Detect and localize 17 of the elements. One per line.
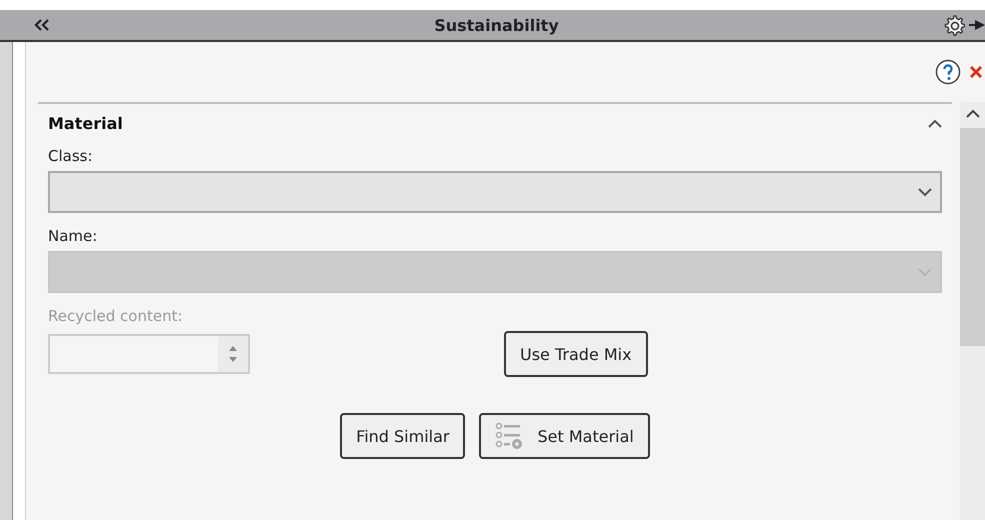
field-label: Class: bbox=[48, 147, 93, 165]
caret-icon[interactable] bbox=[918, 188, 932, 196]
field-label: Recycled content: bbox=[48, 307, 183, 325]
help-icon[interactable] bbox=[935, 59, 961, 85]
scroll-up-icon[interactable] bbox=[966, 108, 980, 118]
collapse-caret-icon[interactable] bbox=[928, 119, 942, 128]
scroll-bar[interactable] bbox=[960, 102, 985, 520]
action-button[interactable]: Set Material bbox=[479, 413, 650, 459]
window-title: Sustainability bbox=[433, 16, 560, 34]
collapse-icon[interactable] bbox=[34, 19, 50, 31]
settings-icon[interactable] bbox=[943, 14, 965, 36]
dropdown-field[interactable] bbox=[48, 171, 942, 213]
action-button[interactable]: Find Similar bbox=[340, 413, 466, 459]
action-button[interactable]: Use Trade Mix bbox=[504, 331, 648, 377]
section-title: Material bbox=[48, 114, 123, 133]
field-label: Name: bbox=[48, 227, 98, 245]
close-icon[interactable] bbox=[969, 65, 983, 79]
